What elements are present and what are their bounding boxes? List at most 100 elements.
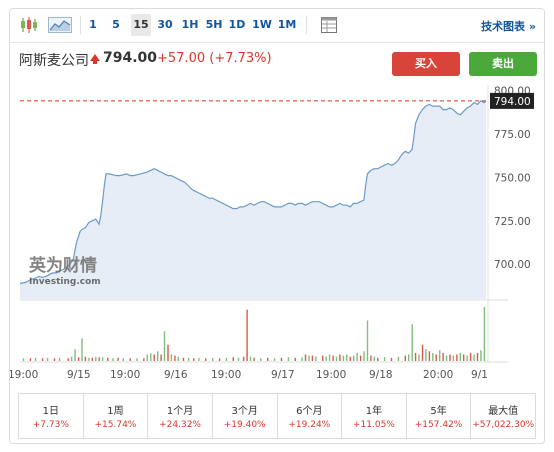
volume-bar xyxy=(22,358,25,361)
volume-bar xyxy=(339,354,341,361)
volume-bar xyxy=(335,356,338,361)
volume-bar xyxy=(237,357,240,361)
volume-bar xyxy=(46,357,49,361)
volume-bar xyxy=(404,355,406,361)
volume-bar xyxy=(77,357,80,361)
x-tick-label: 20:00 xyxy=(423,369,453,381)
period-cell[interactable]: 5年 +157.42% xyxy=(407,394,472,438)
y-tick-label: 775.00 xyxy=(494,129,531,141)
volume-bar xyxy=(445,355,448,361)
x-tick-label: 19:00 xyxy=(211,369,241,381)
stock-chart-widget: 1 5 15 30 1H 5H 1D 1W 1M 技术图表 » 阿斯麦公司 794.00 +57… xyxy=(9,8,545,444)
volume-bar xyxy=(311,355,314,361)
time-axis: 19:00 9/15 19:00 9/16 19:00 9/17 19:00 9/18 20:0… xyxy=(10,369,488,381)
volume-bar xyxy=(428,351,431,361)
volume-bar xyxy=(193,358,195,361)
volume-bar xyxy=(91,357,93,361)
period-change: +7.73% xyxy=(32,420,69,430)
volume-bar xyxy=(153,354,155,361)
volume-bar xyxy=(435,354,437,361)
period-label: 6个月 xyxy=(296,406,323,417)
volume-bar xyxy=(273,358,276,361)
volume-bar xyxy=(353,355,355,361)
period-label: 1年 xyxy=(365,406,383,417)
x-tick-label: 9/18 xyxy=(369,369,393,381)
volume-bar xyxy=(377,357,379,361)
volume-bar xyxy=(390,357,393,361)
volume-bar xyxy=(84,356,87,361)
period-cell[interactable]: 1年 +11.05% xyxy=(342,394,407,438)
period-cell[interactable]: 1日 +7.73% xyxy=(19,394,84,438)
volume-bars xyxy=(22,307,486,361)
x-tick-label: 19:00 xyxy=(316,369,346,381)
period-cell[interactable]: 3个月 +19.40% xyxy=(213,394,278,438)
period-cell[interactable]: 1个月 +24.32% xyxy=(148,394,213,438)
price-chart[interactable]: 800.00775.00750.00725.00700.00794.00 19:… xyxy=(10,9,544,389)
volume-bar xyxy=(449,354,451,361)
volume-bar xyxy=(359,355,362,361)
period-label: 3个月 xyxy=(231,406,258,417)
period-change: +157.42% xyxy=(414,420,463,430)
volume-bar xyxy=(246,309,248,361)
volume-bar xyxy=(301,357,303,361)
volume-bar xyxy=(421,344,424,361)
volume-bar xyxy=(187,357,190,361)
volume-bar xyxy=(29,358,32,361)
volume-bar xyxy=(146,354,148,361)
volume-bar xyxy=(101,357,104,361)
volume-bar xyxy=(58,357,61,361)
period-cell[interactable]: 最大值 +57,022.30% xyxy=(471,394,535,438)
y-tick-label: 750.00 xyxy=(494,172,531,184)
x-tick-label: 9/15 xyxy=(67,369,91,381)
volume-bar xyxy=(122,358,124,361)
watermark-en: Investing.com xyxy=(29,277,101,287)
period-change: +19.40% xyxy=(223,420,266,430)
investing-watermark: 英为财情 Investing.com xyxy=(29,255,101,287)
volume-bar xyxy=(253,357,255,361)
volume-bar xyxy=(308,355,310,361)
x-tick-label: 9/17 xyxy=(271,369,295,381)
x-tick-label: 9/1 xyxy=(471,369,488,381)
x-tick-label: 19:00 xyxy=(10,369,38,381)
volume-bar xyxy=(363,351,365,361)
x-tick-label: 9/16 xyxy=(164,369,188,381)
volume-bar xyxy=(456,354,458,361)
last-price-badge: 794.00 xyxy=(490,92,534,109)
volume-bar xyxy=(174,355,176,361)
volume-bar xyxy=(469,352,472,361)
volume-bar xyxy=(370,355,372,361)
period-performance-table: 1日 +7.73% 1周 +15.74% 1个月 +24.32% 3个月 +19.40% 6个月… xyxy=(18,393,536,439)
period-cell[interactable]: 6个月 +19.24% xyxy=(278,394,343,438)
volume-bar xyxy=(205,358,207,361)
volume-bar xyxy=(418,354,420,361)
volume-bar xyxy=(383,357,386,361)
volume-bar xyxy=(280,357,283,361)
period-label: 最大值 xyxy=(488,406,519,417)
volume-bar xyxy=(71,356,73,361)
period-change: +11.05% xyxy=(353,420,395,430)
volume-bar xyxy=(143,358,145,361)
volume-bar xyxy=(182,357,185,361)
volume-bar xyxy=(315,356,317,361)
volume-bar xyxy=(332,355,334,361)
period-change: +15.74% xyxy=(94,420,137,430)
volume-bar xyxy=(356,352,358,361)
volume-bar xyxy=(459,352,461,361)
volume-bar xyxy=(53,358,56,361)
volume-bar xyxy=(267,357,269,361)
watermark-cn: 英为财情 xyxy=(29,255,97,276)
volume-bar xyxy=(81,338,83,361)
volume-bar xyxy=(349,356,351,361)
volume-bar xyxy=(117,357,119,361)
volume-bar xyxy=(304,354,307,361)
volume-bar xyxy=(88,357,90,361)
period-label: 5年 xyxy=(430,406,447,417)
volume-bar xyxy=(452,355,455,361)
volume-bar xyxy=(463,354,465,361)
volume-bar xyxy=(212,357,214,361)
volume-bar xyxy=(170,354,173,361)
volume-bar xyxy=(476,352,479,361)
volume-bar xyxy=(95,356,97,361)
volume-bar xyxy=(198,357,200,361)
period-cell[interactable]: 1周 +15.74% xyxy=(84,394,149,438)
